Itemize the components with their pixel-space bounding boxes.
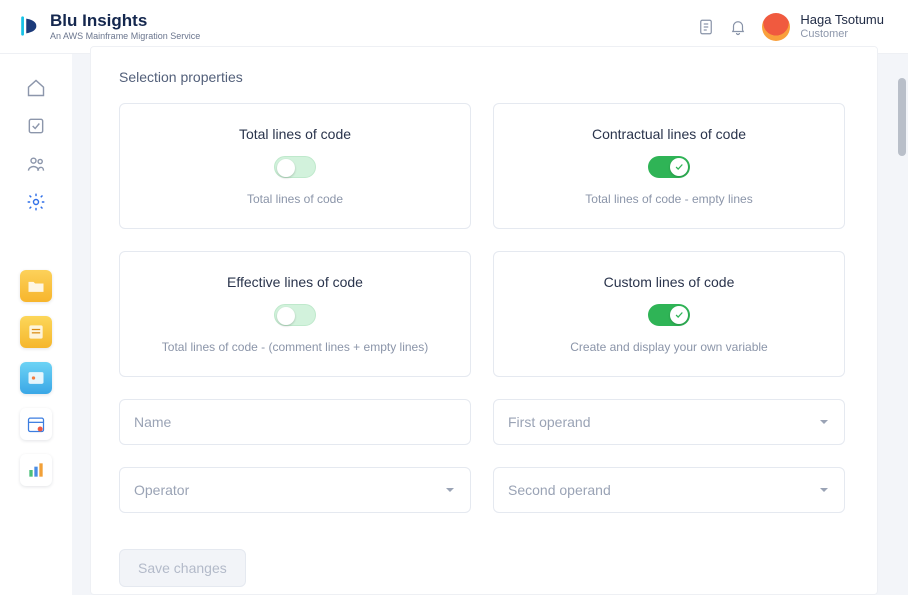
chevron-down-icon — [444, 484, 456, 496]
card-effective-loc: Effective lines of code Total lines of c… — [119, 251, 471, 377]
check-icon[interactable] — [24, 114, 48, 138]
custom-formula-row-1: First operand — [119, 399, 845, 445]
docs-icon[interactable] — [690, 11, 722, 43]
card-desc: Create and display your own variable — [570, 340, 767, 354]
scrollbar-thumb[interactable] — [898, 78, 906, 156]
avatar[interactable] — [762, 13, 790, 41]
toggle-total-loc[interactable] — [274, 156, 316, 178]
save-changes-button[interactable]: Save changes — [119, 549, 246, 587]
brand-logo-icon — [18, 15, 40, 39]
tile-notes-icon[interactable] — [20, 316, 52, 348]
chevron-down-icon — [818, 416, 830, 428]
second-operand-select[interactable]: Second operand — [493, 467, 845, 513]
toggle-custom-loc[interactable] — [648, 304, 690, 326]
tile-folder-icon[interactable] — [20, 270, 52, 302]
toggle-effective-loc[interactable] — [274, 304, 316, 326]
name-input[interactable] — [119, 399, 471, 445]
property-cards: Total lines of code Total lines of code … — [119, 103, 845, 377]
chevron-down-icon — [818, 484, 830, 496]
card-title: Total lines of code — [239, 126, 351, 142]
card-desc: Total lines of code - (comment lines + e… — [162, 340, 428, 354]
user-role: Customer — [800, 28, 884, 41]
card-title: Custom lines of code — [604, 274, 735, 290]
brand-tagline: An AWS Mainframe Migration Service — [50, 32, 200, 41]
brand-name: Blu Insights — [50, 12, 200, 29]
select-label: First operand — [508, 414, 590, 430]
brand[interactable]: Blu Insights An AWS Mainframe Migration … — [18, 12, 200, 41]
user-name: Haga Tsotumu — [800, 13, 884, 28]
toggle-contractual-loc[interactable] — [648, 156, 690, 178]
custom-formula-row-2: Operator Second operand — [119, 467, 845, 513]
card-title: Contractual lines of code — [592, 126, 746, 142]
users-icon[interactable] — [24, 152, 48, 176]
bell-icon[interactable] — [722, 11, 754, 43]
home-icon[interactable] — [24, 76, 48, 100]
main-panel: Selection properties Total lines of code… — [90, 46, 878, 595]
sidebar — [0, 54, 72, 595]
card-desc: Total lines of code — [247, 192, 343, 206]
first-operand-select[interactable]: First operand — [493, 399, 845, 445]
select-label: Second operand — [508, 482, 611, 498]
tile-chart-icon[interactable] — [20, 454, 52, 486]
select-label: Operator — [134, 482, 189, 498]
user-block[interactable]: Haga Tsotumu Customer — [800, 13, 884, 41]
card-title: Effective lines of code — [227, 274, 363, 290]
operator-select[interactable]: Operator — [119, 467, 471, 513]
card-custom-loc: Custom lines of code Create and display … — [493, 251, 845, 377]
tile-map-icon[interactable] — [20, 362, 52, 394]
settings-icon[interactable] — [24, 190, 48, 214]
section-title: Selection properties — [119, 69, 845, 85]
card-contractual-loc: Contractual lines of code Total lines of… — [493, 103, 845, 229]
card-total-loc: Total lines of code Total lines of code — [119, 103, 471, 229]
card-desc: Total lines of code - empty lines — [585, 192, 752, 206]
tile-calendar-icon[interactable] — [20, 408, 52, 440]
